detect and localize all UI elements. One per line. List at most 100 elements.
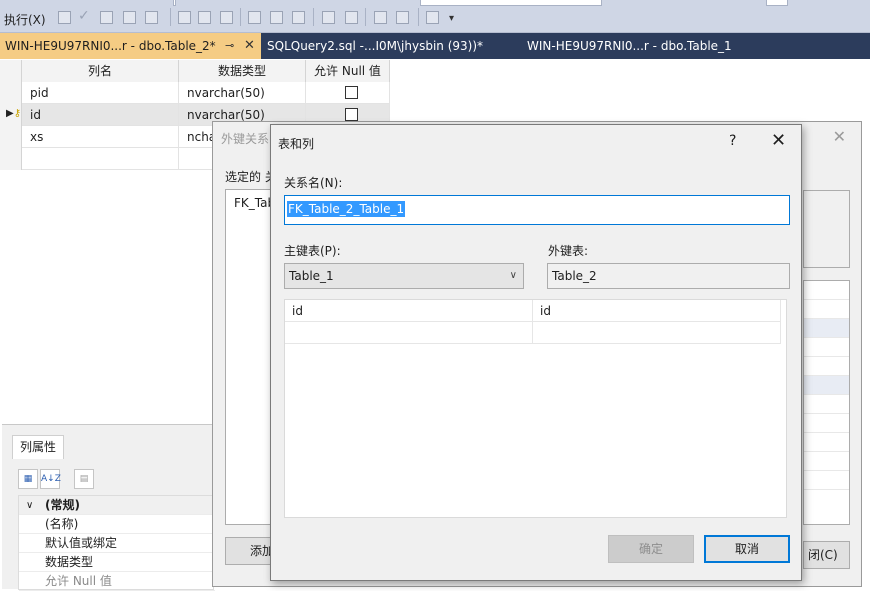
property-row[interactable] — [804, 414, 849, 433]
column-header-null[interactable]: 允许 Null 值 — [306, 60, 390, 82]
property-allow-null[interactable]: 允许 Null 值 — [19, 572, 215, 591]
document-tabs: WIN-HE9U97RNI0...r - dbo.Table_2* ⊸ ✕ SQ… — [0, 33, 870, 59]
property-row[interactable] — [804, 376, 849, 395]
query-plan-icon[interactable] — [178, 11, 191, 24]
property-data-type[interactable]: 数据类型 — [19, 553, 215, 572]
property-row[interactable] — [804, 433, 849, 452]
fk-dialog-title: 外键关系 — [221, 132, 270, 146]
row-header[interactable]: ▶⚷ — [0, 104, 22, 126]
chevron-down-icon[interactable]: ∨ — [510, 264, 517, 288]
column-header-name[interactable]: 列名 — [22, 60, 179, 82]
properties-toolbar: ▦ A↓Z ▤ — [18, 469, 214, 489]
property-row[interactable] — [804, 281, 849, 300]
cancel-button[interactable]: 取消 — [704, 535, 790, 563]
database-combo[interactable] — [420, 0, 602, 6]
toolbar-combo-small[interactable] — [766, 0, 788, 6]
toolbar-separator — [365, 8, 366, 26]
column-name-cell[interactable]: id — [22, 104, 179, 126]
text-results-icon[interactable] — [123, 11, 136, 24]
increase-indent-icon[interactable] — [396, 11, 409, 24]
grid-results-icon[interactable] — [100, 11, 113, 24]
primary-key-table-select[interactable]: Table_1 ∨ — [284, 263, 524, 289]
allow-null-cell[interactable] — [306, 82, 390, 104]
relationship-name-label: 关系名(N): — [284, 176, 343, 190]
foreign-key-table-label: 外键表: — [548, 244, 589, 258]
toolbar-overflow-icon[interactable]: ▾ — [449, 13, 454, 24]
property-name[interactable]: (名称) — [19, 515, 215, 534]
table-row[interactable] — [285, 322, 781, 344]
column-name-cell[interactable] — [22, 148, 179, 170]
primary-key-table-label: 主键表(P): — [284, 244, 341, 258]
list-item[interactable]: FK_Tab — [234, 196, 274, 210]
client-stats-icon[interactable] — [220, 11, 233, 24]
category-general[interactable]: ∨ (常规) — [19, 496, 215, 515]
live-stats-icon[interactable] — [198, 11, 211, 24]
property-row[interactable] — [804, 357, 849, 376]
add-button[interactable]: 添加 — [225, 537, 275, 565]
fk-column-cell[interactable] — [533, 322, 781, 344]
allow-null-checkbox[interactable] — [345, 86, 358, 99]
column-mapping-grid: id id — [284, 299, 787, 518]
relationship-list[interactable]: FK_Tab — [225, 189, 275, 525]
column-properties-panel: 列属性 ▦ A↓Z ▤ ∨ (常规) (名称) 默认值或绑定 数据类型 允许 N… — [2, 424, 215, 591]
collapse-icon[interactable]: ∨ — [26, 496, 33, 515]
grid-header-row: 列名 数据类型 允许 Null 值 — [0, 60, 390, 82]
property-row[interactable] — [804, 319, 849, 338]
row-header[interactable] — [0, 148, 22, 170]
property-pages-icon[interactable]: ▤ — [74, 469, 94, 489]
property-default-binding[interactable]: 默认值或绑定 — [19, 534, 215, 553]
primary-key-icon: ▶⚷ — [6, 108, 22, 119]
column-name-cell[interactable]: pid — [22, 82, 179, 104]
properties-list: ∨ (常规) (名称) 默认值或绑定 数据类型 允许 Null 值 — [18, 495, 215, 591]
execute-button[interactable]: 执行(X) — [4, 11, 46, 28]
close-icon[interactable]: ✕ — [771, 130, 786, 151]
table-row[interactable]: pid nvarchar(50) — [0, 82, 390, 104]
fk-column-cell[interactable]: id — [533, 300, 781, 322]
property-row[interactable] — [804, 338, 849, 357]
indent-icon[interactable] — [292, 11, 305, 24]
close-button[interactable]: 闭(C) — [803, 541, 850, 569]
ok-button[interactable]: 确定 — [608, 535, 694, 563]
close-tab-icon[interactable]: ✕ — [244, 33, 255, 59]
categorized-icon[interactable]: ▦ — [18, 469, 38, 489]
toolbar: 执行(X) ✓ ▾ — [0, 0, 870, 33]
property-row[interactable] — [804, 452, 849, 471]
toolbar-combo-edge — [173, 0, 176, 6]
relationship-name-value[interactable]: FK_Table_2_Table_1 — [287, 201, 406, 217]
pk-column-cell[interactable]: id — [285, 300, 533, 322]
dialog-title: 表和列 — [278, 137, 315, 151]
parse-check-icon[interactable]: ✓ — [78, 8, 91, 24]
tab-sqlquery2[interactable]: SQLQuery2.sql -...I0M\jhysbin (93))* — [267, 33, 483, 59]
specify-values-icon[interactable] — [426, 11, 439, 24]
comment-icon[interactable] — [248, 11, 261, 24]
tab-table1-designer[interactable]: WIN-HE9U97RNI0...r - dbo.Table_1 — [527, 33, 732, 59]
help-icon[interactable]: ? — [729, 133, 736, 149]
file-results-icon[interactable] — [145, 11, 158, 24]
stop-icon[interactable] — [58, 11, 71, 24]
align-right-icon[interactable] — [345, 11, 358, 24]
uncomment-icon[interactable] — [270, 11, 283, 24]
property-row[interactable] — [804, 471, 849, 490]
close-icon[interactable]: ✕ — [833, 127, 846, 146]
row-header[interactable] — [0, 82, 22, 104]
property-row[interactable] — [804, 395, 849, 414]
data-type-cell[interactable]: nvarchar(50) — [179, 82, 306, 104]
tab-table2-designer[interactable]: WIN-HE9U97RNI0...r - dbo.Table_2* ⊸ ✕ — [0, 33, 261, 59]
table-row[interactable]: id id — [285, 300, 781, 322]
toolbar-separator — [170, 8, 171, 26]
property-row[interactable] — [804, 300, 849, 319]
pk-column-cell[interactable] — [285, 322, 533, 344]
toolbar-separator — [313, 8, 314, 26]
allow-null-checkbox[interactable] — [345, 108, 358, 121]
column-name-cell[interactable]: xs — [22, 126, 179, 148]
alphabetical-sort-icon[interactable]: A↓Z — [40, 469, 61, 489]
row-header[interactable] — [0, 126, 22, 148]
decrease-indent-icon[interactable] — [374, 11, 387, 24]
column-header-type[interactable]: 数据类型 — [179, 60, 306, 82]
align-left-icon[interactable] — [322, 11, 335, 24]
row-header — [0, 60, 22, 82]
tab-column-properties[interactable]: 列属性 — [12, 435, 64, 459]
relationship-description — [803, 190, 850, 268]
relationship-property-grid[interactable] — [803, 280, 850, 525]
pin-icon[interactable]: ⊸ — [225, 33, 234, 59]
